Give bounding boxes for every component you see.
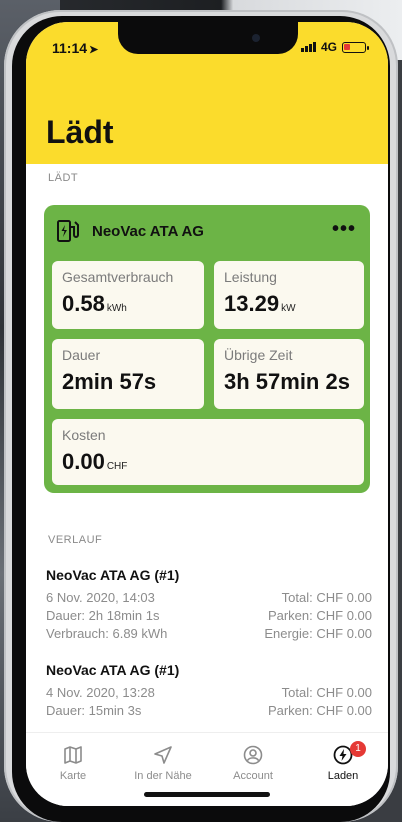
notch [118, 22, 298, 54]
history-total: Total: CHF 0.00 [281, 590, 372, 605]
metric-label: Leistung [224, 269, 277, 285]
home-indicator [144, 792, 270, 797]
section-label-current: LÄDT [48, 172, 79, 184]
navigation-arrow-icon [154, 746, 172, 764]
metric-cost: Kosten 0.00 CHF [52, 419, 364, 485]
page-title: Lädt [46, 114, 114, 150]
tab-in-der-naehe[interactable]: In der Nähe [118, 745, 208, 782]
camera-icon [252, 34, 260, 42]
battery-icon [342, 41, 369, 53]
tab-label: Karte [59, 770, 87, 782]
metric-label: Kosten [62, 427, 106, 443]
metric-power: Leistung 13.29 kW [214, 261, 364, 329]
charging-station-icon [57, 220, 79, 242]
tab-karte[interactable]: Karte [28, 745, 118, 782]
tab-label: In der Nähe [134, 770, 192, 782]
phone-screen: 11:14 ➤ 4G Lädt LÄDT NeoVac ATA AG ••• Ge… [26, 22, 388, 806]
history-parking: Parken: CHF 0.00 [267, 703, 372, 718]
metric-label: Dauer [62, 347, 101, 363]
section-label-history: VERLAUF [48, 534, 103, 546]
metric-remaining-time: Übrige Zeit 3h 57min 2s [214, 339, 364, 409]
map-icon [64, 746, 82, 764]
history-consumption: Verbrauch: 6.89 kWh [46, 626, 168, 641]
history-item[interactable]: NeoVac ATA AG (#1) 6 Nov. 2020, 14:03 Tot… [46, 567, 372, 643]
metric-duration: Dauer 2min 57s [52, 339, 204, 409]
history-energy: Energie: CHF 0.00 [264, 626, 372, 641]
account-icon [243, 745, 263, 765]
status-indicators: 4G [300, 40, 369, 54]
status-time: 11:14 ➤ [52, 40, 98, 56]
history-parking: Parken: CHF 0.00 [267, 608, 372, 623]
metric-value: 0.00 CHF [62, 449, 128, 474]
metric-value: 2min 57s [62, 369, 157, 394]
card-header: NeoVac ATA AG [56, 219, 204, 243]
location-arrow-icon: ➤ [89, 44, 99, 56]
metric-label: Gesamtverbrauch [62, 269, 174, 285]
network-label: 4G [320, 40, 337, 54]
signal-icon [300, 42, 316, 52]
history-item-title: NeoVac ATA AG (#1) [46, 567, 180, 583]
tab-laden[interactable]: 1 Laden [298, 741, 388, 782]
charging-session-card[interactable]: NeoVac ATA AG ••• Gesamtverbrauch 0.58 kW… [44, 205, 370, 493]
notification-badge: 1 [350, 741, 366, 757]
metric-consumption: Gesamtverbrauch 0.58 kWh [52, 261, 204, 329]
history-item[interactable]: NeoVac ATA AG (#1) 4 Nov. 2020, 13:28 Tot… [46, 662, 372, 720]
tab-account[interactable]: Account [208, 745, 298, 782]
time-label: 11:14 [52, 40, 88, 56]
more-options-icon[interactable]: ••• [332, 218, 356, 241]
station-name: NeoVac ATA AG [92, 222, 204, 240]
history-duration: Dauer: 15min 3s [46, 703, 142, 718]
tab-label: Account [233, 770, 273, 782]
metric-value: 0.58 kWh [62, 291, 127, 316]
history-duration: Dauer: 2h 18min 1s [46, 608, 160, 623]
history-total: Total: CHF 0.00 [281, 685, 372, 700]
tab-label: Laden [327, 770, 359, 782]
history-date: 4 Nov. 2020, 13:28 [46, 685, 155, 700]
history-item-title: NeoVac ATA AG (#1) [46, 662, 180, 678]
metric-value: 13.29 kW [224, 291, 296, 316]
metric-value: 3h 57min 2s [224, 369, 350, 394]
metric-label: Übrige Zeit [224, 347, 293, 363]
history-date: 6 Nov. 2020, 14:03 [46, 590, 155, 605]
